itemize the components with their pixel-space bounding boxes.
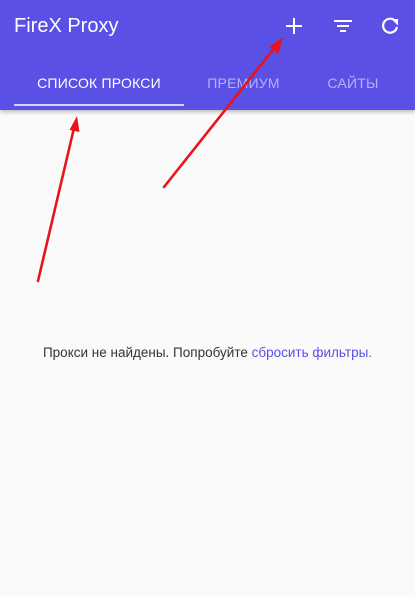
tab-sites-label: САЙТЫ (327, 75, 379, 91)
empty-state-message: Прокси не найдены. Попробуйте сбросить ф… (0, 344, 415, 362)
tab-sites[interactable]: САЙТЫ (303, 60, 403, 106)
tab-premium[interactable]: ПРЕМИУМ (186, 60, 301, 106)
tab-proxy-list-label: СПИСОК ПРОКСИ (37, 75, 161, 91)
empty-state-text: Прокси не найдены. Попробуйте (42, 345, 248, 360)
tab-proxy-list[interactable]: СПИСОК ПРОКСИ (14, 60, 184, 106)
filter-button[interactable] (329, 12, 357, 40)
app-title: FireX Proxy (14, 15, 119, 37)
app-bar: FireX Proxy СПИСОК ПРОКСИ ПРЕМИУМ САЙТЫ (0, 0, 415, 110)
tab-premium-label: ПРЕМИУМ (207, 75, 280, 91)
arrow-to-proxy-list-tab (36, 116, 80, 283)
active-tab-indicator (14, 104, 184, 106)
tab-bar: СПИСОК ПРОКСИ ПРЕМИУМ САЙТЫ (0, 60, 415, 108)
refresh-button[interactable] (376, 12, 404, 40)
plus-icon (286, 18, 302, 34)
refresh-icon (382, 17, 399, 34)
add-proxy-button[interactable] (280, 12, 308, 40)
reset-filters-link[interactable]: сбросить фильтры. (252, 345, 372, 360)
filter-icon (334, 20, 352, 32)
